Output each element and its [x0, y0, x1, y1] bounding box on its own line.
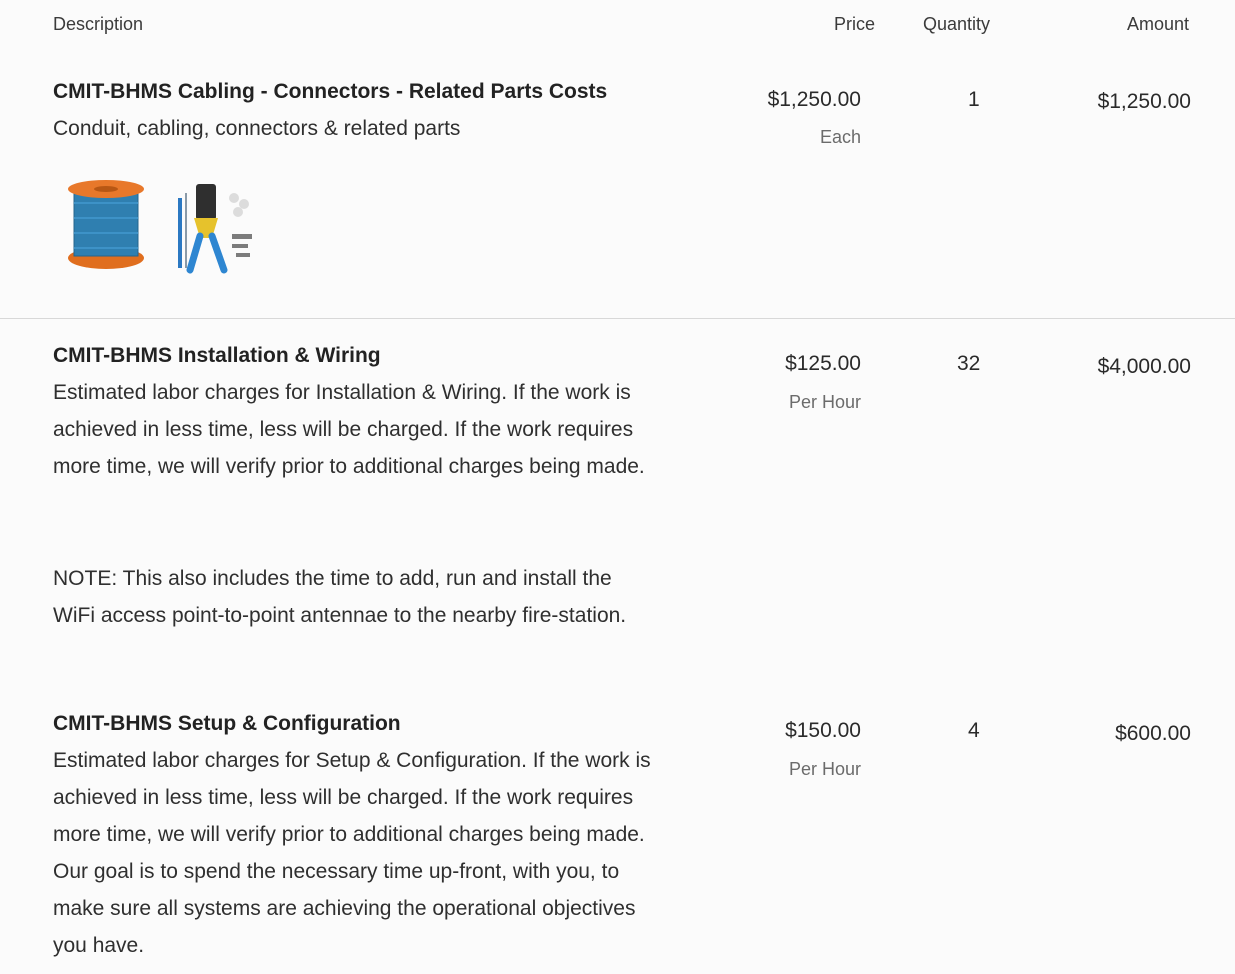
item-amount: $4,000.00: [1097, 355, 1191, 378]
item-title: CMIT-BHMS Cabling - Connectors - Related…: [53, 80, 608, 103]
item-amount: $1,250.00: [1097, 90, 1191, 113]
item-images: [66, 178, 266, 283]
item-note: NOTE: This also includes the time to add…: [53, 567, 627, 627]
item-price: $1,250.00: [767, 88, 861, 111]
item-title: CMIT-BHMS Setup & Configuration: [53, 712, 401, 735]
item-unit: Per Hour: [788, 392, 861, 412]
item-description: Estimated labor charges for Setup & Conf…: [53, 749, 651, 957]
item-quantity: 4: [968, 719, 980, 742]
item-description: Estimated labor charges for Installation…: [53, 381, 645, 478]
item-quantity: 1: [968, 88, 980, 111]
item-amount: $600.00: [1115, 722, 1191, 745]
item-price: $150.00: [785, 719, 861, 742]
item-title: CMIT-BHMS Installation & Wiring: [53, 344, 381, 367]
item-unit: Per Hour: [788, 759, 861, 779]
row-divider: [0, 318, 1235, 319]
crimping-tool-icon: [178, 184, 252, 274]
item-price: $125.00: [785, 352, 861, 375]
column-header-price: Price: [833, 14, 875, 34]
column-header-description: Description: [53, 14, 144, 34]
item-unit: Each: [819, 127, 861, 147]
cable-spool-icon: [68, 180, 144, 269]
column-header-quantity: Quantity: [923, 14, 991, 34]
item-description: Conduit, cabling, connectors & related p…: [53, 117, 461, 140]
column-header-amount: Amount: [1126, 14, 1189, 34]
item-quantity: 32: [957, 352, 981, 375]
